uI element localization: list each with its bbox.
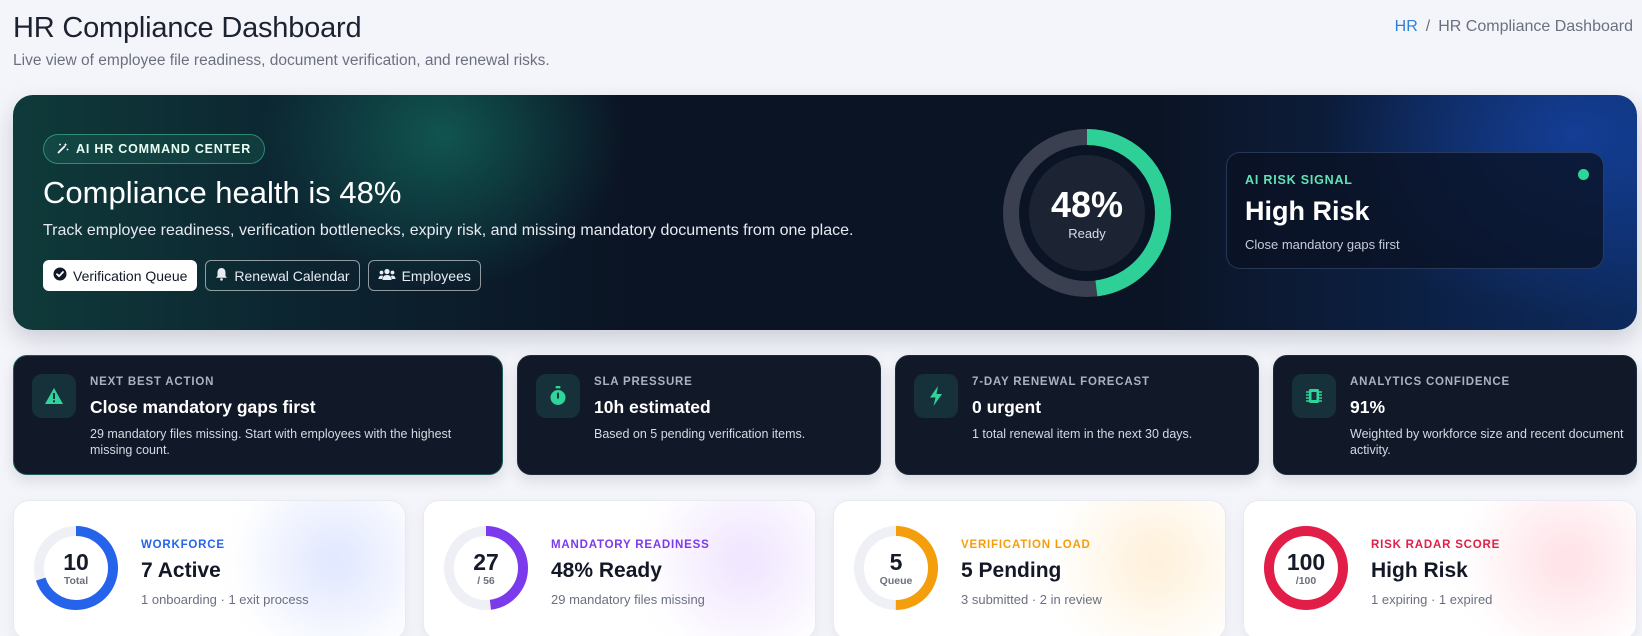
workforce-ring-center: 10 Total: [31, 523, 121, 613]
status-dot-icon: [1578, 169, 1589, 180]
bell-icon: [215, 267, 228, 284]
renewal-calendar-button[interactable]: Renewal Calendar: [205, 260, 360, 291]
page-title: HR Compliance Dashboard: [13, 12, 362, 44]
insight-card-sla-pressure[interactable]: SLA PRESSURE 10h estimated Based on 5 pe…: [517, 355, 881, 475]
metric-card-workforce[interactable]: 10 Total WORKFORCE 7 Active 1 onboarding…: [13, 500, 406, 636]
ring-sublabel: /100: [1295, 574, 1317, 587]
ring-sublabel: / 56: [477, 574, 495, 587]
breadcrumb-current: HR Compliance Dashboard: [1438, 18, 1633, 35]
metric-title: 7 Active: [141, 559, 221, 582]
metric-label: WORKFORCE: [141, 539, 225, 551]
ring-value: 27: [473, 548, 499, 575]
metric-description: 3 submitted · 2 in review: [961, 592, 1102, 607]
insight-card-renewal-forecast[interactable]: 7-DAY RENEWAL FORECAST 0 urgent 1 total …: [895, 355, 1259, 475]
command-center-hero: AI HR COMMAND CENTER Compliance health i…: [13, 95, 1637, 330]
employees-label: Employees: [401, 267, 471, 284]
ring-sublabel: Queue: [879, 574, 913, 587]
metric-description: 1 onboarding · 1 exit process: [141, 592, 309, 607]
breadcrumb-separator: /: [1425, 18, 1431, 35]
card-glow: [1456, 501, 1636, 636]
ai-risk-signal-description: Close mandatory gaps first: [1245, 237, 1400, 252]
insight-title: 0 urgent: [972, 397, 1042, 417]
metric-label: VERIFICATION LOAD: [961, 539, 1091, 551]
verification-queue-button[interactable]: Verification Queue: [43, 260, 198, 291]
metric-label: MANDATORY READINESS: [551, 539, 710, 551]
renewal-calendar-label: Renewal Calendar: [234, 267, 350, 284]
metric-title: 5 Pending: [961, 559, 1062, 582]
insight-card-next-best-action[interactable]: NEXT BEST ACTION Close mandatory gaps fi…: [13, 355, 503, 475]
metric-title: 48% Ready: [551, 559, 662, 582]
insight-title: Close mandatory gaps first: [90, 397, 316, 417]
risk-ring-center: 100 /100: [1261, 523, 1351, 613]
ring-sublabel: Total: [63, 574, 89, 587]
ai-risk-signal-label: AI RISK SIGNAL: [1245, 173, 1353, 187]
metric-description: 29 mandatory files missing: [551, 592, 705, 607]
insight-title: 91%: [1350, 397, 1386, 417]
breadcrumb-link-hr[interactable]: HR: [1395, 18, 1418, 36]
magic-wand-icon: [57, 142, 69, 157]
ai-risk-signal-value: High Risk: [1245, 196, 1370, 226]
insight-description: Weighted by workforce size and recent do…: [1350, 427, 1624, 457]
compliance-donut-center: 48% Ready: [999, 125, 1175, 301]
ring-value: 100: [1286, 548, 1326, 575]
insight-label: 7-DAY RENEWAL FORECAST: [972, 376, 1150, 388]
compliance-health-title: Compliance health is 48%: [43, 175, 402, 210]
verification-queue-label: Verification Queue: [73, 267, 188, 284]
employees-button[interactable]: Employees: [367, 260, 481, 291]
insight-description: 29 mandatory files missing. Start with e…: [90, 427, 452, 457]
ring-value: 5: [889, 548, 903, 575]
card-glow: [225, 501, 405, 636]
compliance-donut-label: Ready: [1068, 225, 1106, 241]
insight-description: Based on 5 pending verification items.: [594, 427, 806, 441]
hero-actions: Verification Queue Renewal Calendar Empl…: [43, 260, 481, 291]
ai-risk-signal-card: AI RISK SIGNAL High Risk Close mandatory…: [1226, 152, 1604, 269]
card-glow: [635, 501, 815, 636]
bolt-icon: [914, 374, 958, 418]
warning-icon: [32, 374, 76, 418]
compliance-donut-value: 48%: [1050, 183, 1124, 225]
insight-title: 10h estimated: [594, 397, 711, 417]
metric-description: 1 expiring · 1 expired: [1371, 592, 1493, 607]
insight-description: 1 total renewal item in the next 30 days…: [972, 427, 1193, 441]
metric-label: RISK RADAR SCORE: [1371, 539, 1501, 551]
verification-ring-center: 5 Queue: [851, 523, 941, 613]
dashboard-page: HR Compliance Dashboard Live view of emp…: [0, 0, 1642, 636]
ring-value: 10: [63, 548, 89, 575]
metric-card-verification-load[interactable]: 5 Queue VERIFICATION LOAD 5 Pending 3 su…: [833, 500, 1226, 636]
metric-title: High Risk: [1371, 559, 1468, 582]
users-icon: [378, 268, 396, 284]
insight-label: NEXT BEST ACTION: [90, 376, 215, 388]
insight-card-analytics-confidence[interactable]: ANALYTICS CONFIDENCE 91% Weighted by wor…: [1273, 355, 1637, 475]
metric-card-mandatory-readiness[interactable]: 27 / 56 MANDATORY READINESS 48% Ready 29…: [423, 500, 816, 636]
insight-label: SLA PRESSURE: [594, 376, 693, 388]
metric-card-risk-radar[interactable]: 100 /100 RISK RADAR SCORE High Risk 1 ex…: [1243, 500, 1637, 636]
card-glow: [1045, 501, 1225, 636]
page-subtitle: Live view of employee file readiness, do…: [13, 52, 550, 69]
command-center-pill: AI HR COMMAND CENTER: [43, 134, 266, 164]
chip-icon: [1292, 374, 1336, 418]
readiness-ring-center: 27 / 56: [441, 523, 531, 613]
insight-label: ANALYTICS CONFIDENCE: [1350, 376, 1510, 388]
command-center-pill-label: AI HR COMMAND CENTER: [76, 142, 252, 156]
breadcrumb: HR / HR Compliance Dashboard: [1395, 18, 1633, 36]
stopwatch-icon: [536, 374, 580, 418]
hero-description: Track employee readiness, verification b…: [43, 222, 854, 239]
check-circle-icon: [53, 267, 67, 284]
